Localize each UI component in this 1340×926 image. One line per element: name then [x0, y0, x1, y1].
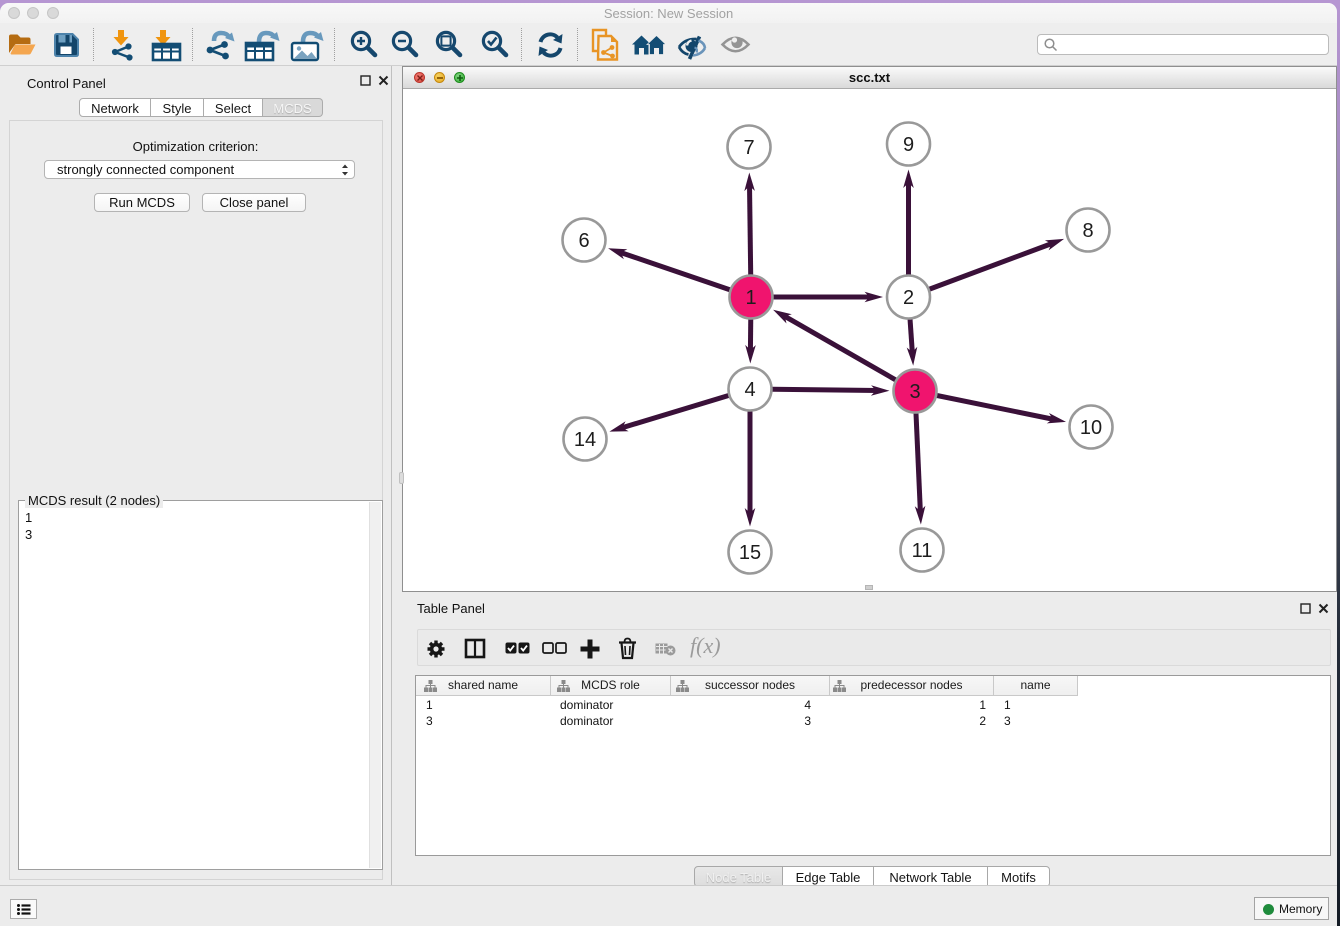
- svg-text:3: 3: [909, 381, 920, 403]
- svg-text:2: 2: [903, 287, 914, 309]
- svg-text:9: 9: [903, 134, 914, 156]
- svg-text:8: 8: [1082, 220, 1093, 242]
- svg-text:7: 7: [743, 137, 754, 159]
- svg-text:15: 15: [739, 542, 761, 564]
- svg-text:11: 11: [912, 540, 933, 562]
- svg-text:10: 10: [1080, 417, 1102, 439]
- svg-text:14: 14: [574, 429, 596, 451]
- svg-text:6: 6: [578, 230, 589, 252]
- svg-text:1: 1: [745, 287, 756, 309]
- svg-text:4: 4: [744, 379, 755, 401]
